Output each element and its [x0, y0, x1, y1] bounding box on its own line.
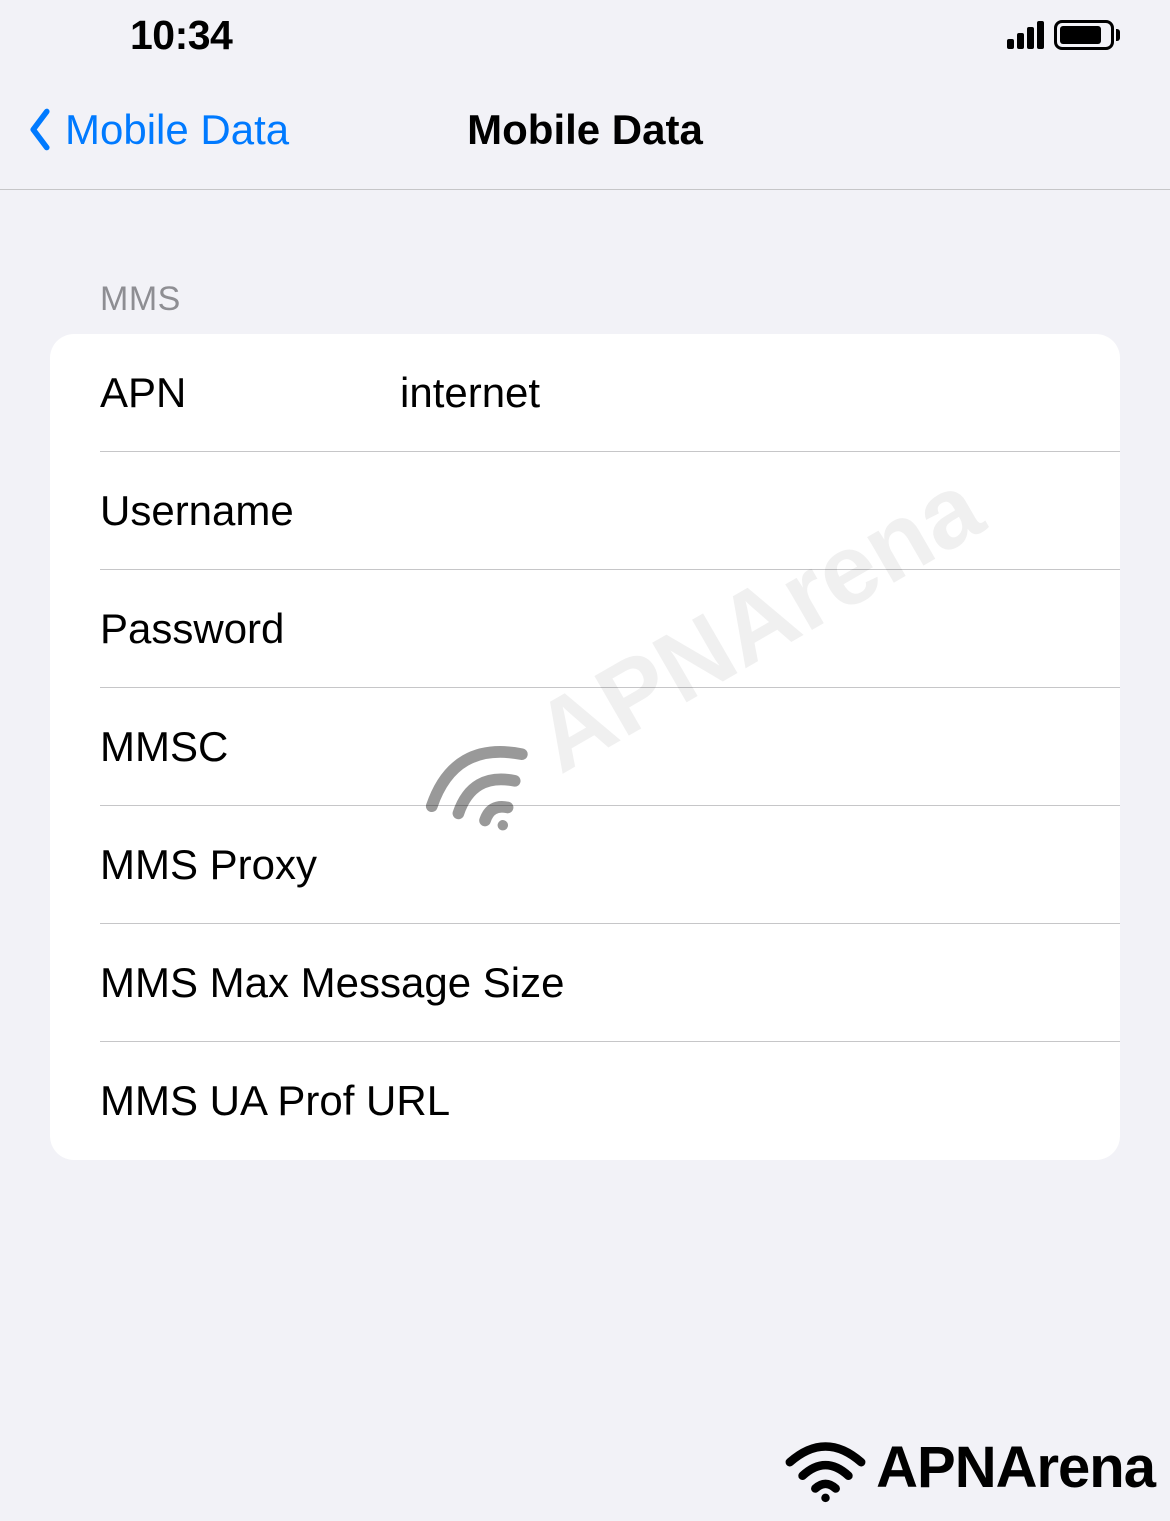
- row-mms-max-message-size[interactable]: MMS Max Message Size: [50, 924, 1120, 1042]
- back-label: Mobile Data: [65, 106, 289, 154]
- label-username: Username: [100, 487, 400, 535]
- input-password[interactable]: [400, 605, 1080, 653]
- label-apn: APN: [100, 369, 400, 417]
- wifi-icon: [783, 1435, 868, 1500]
- input-mms-ua-prof-url[interactable]: [450, 1077, 1080, 1125]
- status-time: 10:34: [130, 12, 232, 59]
- row-username[interactable]: Username: [50, 452, 1120, 570]
- input-mms-proxy[interactable]: [317, 841, 1080, 889]
- cellular-signal-icon: [1007, 21, 1044, 49]
- label-mms-proxy: MMS Proxy: [100, 841, 317, 889]
- back-button[interactable]: Mobile Data: [0, 106, 289, 154]
- label-mms-ua-prof-url: MMS UA Prof URL: [100, 1077, 450, 1125]
- status-bar: 10:34: [0, 0, 1170, 70]
- input-mmsc[interactable]: [400, 723, 1080, 771]
- row-mms-proxy[interactable]: MMS Proxy: [50, 806, 1120, 924]
- label-mms-max-message-size: MMS Max Message Size: [100, 959, 564, 1007]
- navigation-bar: Mobile Data Mobile Data: [0, 70, 1170, 190]
- row-password[interactable]: Password: [50, 570, 1120, 688]
- battery-icon: [1054, 20, 1120, 50]
- label-password: Password: [100, 605, 400, 653]
- input-apn[interactable]: [400, 369, 1080, 417]
- settings-group-mms: APN Username Password MMSC MMS Proxy MMS…: [50, 334, 1120, 1160]
- page-title: Mobile Data: [467, 106, 703, 154]
- row-mms-ua-prof-url[interactable]: MMS UA Prof URL: [50, 1042, 1120, 1160]
- footer-brand-text: APNArena: [876, 1434, 1155, 1501]
- label-mmsc: MMSC: [100, 723, 400, 771]
- content-area: MMS APN Username Password MMSC MMS Proxy…: [0, 190, 1170, 1160]
- input-username[interactable]: [400, 487, 1080, 535]
- chevron-left-icon: [25, 107, 55, 152]
- row-apn[interactable]: APN: [50, 334, 1120, 452]
- section-header-mms: MMS: [50, 280, 1120, 319]
- footer-brand: APNArena: [783, 1434, 1155, 1501]
- row-mmsc[interactable]: MMSC: [50, 688, 1120, 806]
- input-mms-max-message-size[interactable]: [564, 959, 1105, 1007]
- status-indicators: [1007, 20, 1120, 50]
